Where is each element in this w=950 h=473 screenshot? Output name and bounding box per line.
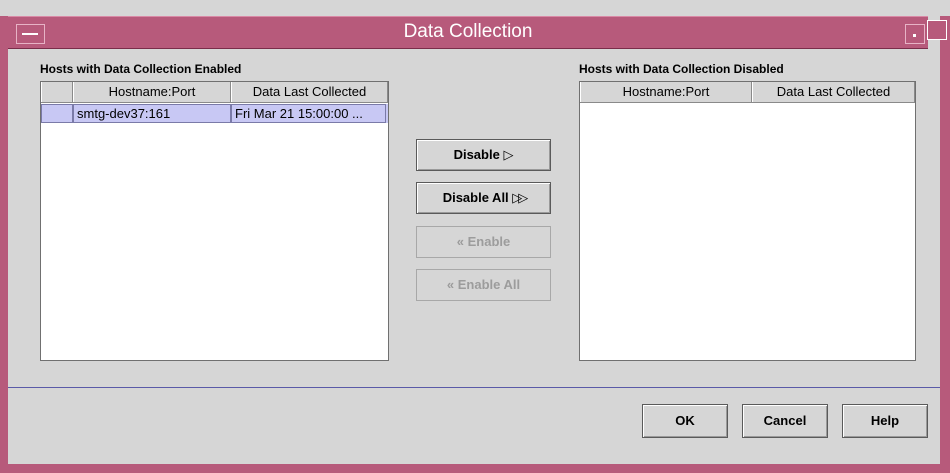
data-collection-window: Data Collection Hosts with Data Collecti… (0, 0, 950, 473)
enabled-hosts-table[interactable]: Hostname:Port Data Last Collected smtg-d… (40, 81, 389, 361)
enable-all-label: Enable All (457, 277, 521, 292)
enabled-hosts-label: Hosts with Data Collection Enabled (40, 62, 242, 76)
disabled-hosts-label: Hosts with Data Collection Disabled (579, 62, 784, 76)
disabled-table-header: Hostname:Port Data Last Collected (580, 82, 915, 103)
window-frame-right (940, 16, 950, 466)
enabled-table-header: Hostname:Port Data Last Collected (41, 82, 388, 103)
window-frame-bottom (0, 464, 950, 473)
disable-all-button[interactable]: Disable All ▷▷ (416, 182, 551, 214)
cell-hostname[interactable]: smtg-dev37:161 (73, 104, 231, 123)
table-row[interactable]: smtg-dev37:161 Fri Mar 21 15:00:00 ... (41, 104, 388, 123)
row-header-corner (41, 82, 73, 102)
cell-last-collected[interactable]: Fri Mar 21 15:00:00 ... (231, 104, 386, 123)
maximize-button[interactable] (927, 20, 947, 40)
single-chevron-left-icon: « (456, 234, 468, 249)
column-header-last-collected[interactable]: Data Last Collected (231, 82, 388, 102)
row-header-cell (41, 104, 73, 123)
column-header-hostname[interactable]: Hostname:Port (73, 82, 231, 102)
minimize-button[interactable] (905, 24, 925, 44)
disable-button[interactable]: Disable ▷ (416, 139, 551, 171)
window-title: Data Collection (403, 21, 533, 42)
disable-all-label: Disable All (442, 190, 509, 205)
title-bar[interactable]: Data Collection (8, 16, 928, 49)
single-chevron-right-icon: ▷ (503, 147, 514, 162)
enable-button[interactable]: « Enable (416, 226, 551, 258)
footer-divider (8, 387, 940, 388)
cancel-button[interactable]: Cancel (742, 404, 828, 438)
minimize-icon (913, 34, 916, 37)
enable-all-button[interactable]: « Enable All (416, 269, 551, 301)
enable-label: Enable (467, 234, 511, 249)
disabled-hosts-table[interactable]: Hostname:Port Data Last Collected (579, 81, 916, 361)
double-chevron-left-icon: « (446, 277, 458, 292)
ok-button[interactable]: OK (642, 404, 728, 438)
column-header-hostname[interactable]: Hostname:Port (580, 82, 752, 102)
column-header-last-collected[interactable]: Data Last Collected (752, 82, 915, 102)
window-frame-left (0, 16, 8, 466)
help-button[interactable]: Help (842, 404, 928, 438)
double-chevron-right-icon: ▷▷ (512, 190, 528, 205)
disable-label: Disable (453, 147, 500, 162)
